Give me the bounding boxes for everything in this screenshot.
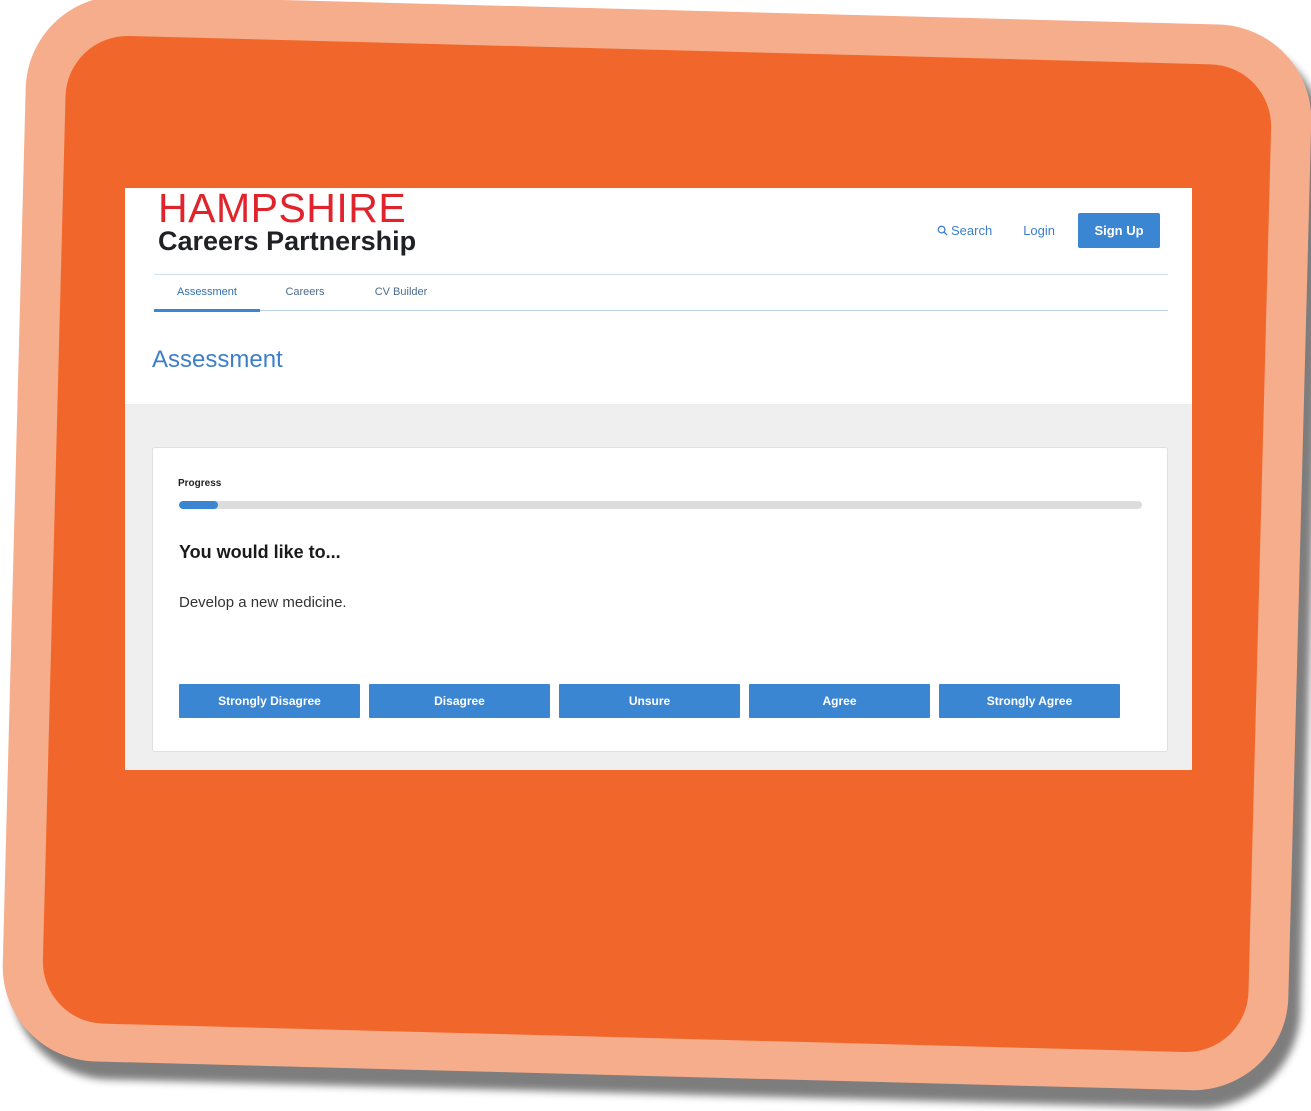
progress-fill (179, 501, 218, 509)
answer-options: Strongly Disagree Disagree Unsure Agree … (179, 684, 1129, 718)
tab-assessment[interactable]: Assessment (154, 274, 260, 312)
assessment-area: Progress You would like to... Develop a … (125, 404, 1192, 770)
tab-careers[interactable]: Careers (272, 274, 338, 310)
progress-bar (179, 501, 1142, 509)
question-text: Develop a new medicine. (179, 594, 347, 611)
website-screenshot: HAMPSHIRE Careers Partnership Search Log… (125, 188, 1192, 770)
tab-cv-builder[interactable]: CV Builder (358, 274, 444, 310)
agree-button[interactable]: Agree (749, 684, 930, 718)
search-link[interactable]: Search (937, 223, 992, 238)
strongly-disagree-button[interactable]: Strongly Disagree (179, 684, 360, 718)
logo-subtitle: Careers Partnership (158, 226, 417, 256)
page-title: Assessment (152, 346, 283, 373)
search-icon (937, 225, 948, 236)
disagree-button[interactable]: Disagree (369, 684, 550, 718)
unsure-button[interactable]: Unsure (559, 684, 740, 718)
site-logo[interactable]: HAMPSHIRE Careers Partnership (158, 188, 416, 255)
search-label: Search (950, 223, 993, 238)
login-link[interactable]: Login (1023, 223, 1055, 238)
site-header: HAMPSHIRE Careers Partnership Search Log… (125, 188, 1192, 404)
logo-title: HAMPSHIRE (158, 188, 407, 231)
nav-tabs: Assessment Careers CV Builder (154, 274, 1168, 312)
sign-up-button[interactable]: Sign Up (1078, 213, 1160, 248)
header-actions: Search Login Sign Up (937, 213, 1160, 248)
strongly-agree-button[interactable]: Strongly Agree (939, 684, 1120, 718)
question-card: Progress You would like to... Develop a … (152, 447, 1168, 752)
question-heading: You would like to... (179, 542, 341, 562)
progress-label: Progress (178, 478, 222, 489)
